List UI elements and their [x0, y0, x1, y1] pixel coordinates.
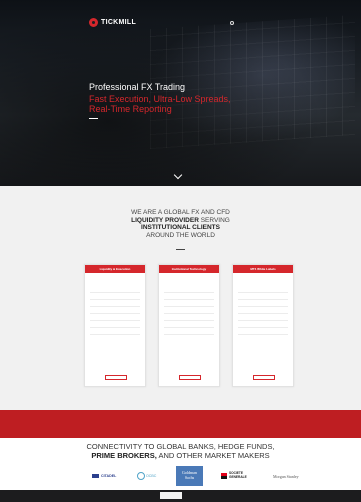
citadel-logo-text: CITADEL — [101, 474, 117, 478]
societe-generale-logo: SOCIETE GENERALE — [221, 465, 247, 487]
list-item — [164, 320, 214, 327]
card-title: MT4 White Labels — [233, 265, 293, 273]
connectivity-section: CONNECTIVITY TO GLOBAL BANKS, HEDGE FUND… — [0, 438, 361, 490]
list-item — [164, 292, 214, 299]
hero-overlay — [0, 0, 361, 186]
hero-section: TICKMILL Professional FX Trading Fast Ex… — [0, 0, 361, 186]
goldman-sachs-box: Goldman Sachs — [176, 466, 203, 486]
card-feature-list — [159, 292, 219, 341]
card-description — [159, 273, 219, 292]
card-feature-list — [85, 292, 145, 341]
services-section: WE ARE A GLOBAL FX AND CFD LIQUIDITY PRO… — [0, 186, 361, 410]
goldman-sachs-logo: Goldman Sachs — [176, 465, 203, 487]
connectivity-line-2-bold: PRIME BROKERS, — [91, 450, 157, 460]
list-item — [238, 292, 288, 299]
list-item — [164, 334, 214, 341]
list-item — [238, 313, 288, 320]
list-item — [164, 327, 214, 334]
morgan-stanley-logo-text: Morgan Stanley — [273, 473, 299, 479]
list-item — [90, 313, 140, 320]
service-card-liquidity: Liquidity & Execution — [84, 264, 146, 387]
footer — [0, 490, 361, 502]
list-item — [90, 320, 140, 327]
ocbc-logo: OCBC — [137, 465, 156, 487]
list-item — [90, 299, 140, 306]
list-item — [90, 306, 140, 313]
hero-title: Professional FX Trading — [89, 82, 186, 92]
connectivity-line-2-rest: AND OTHER MARKET MAKERS — [156, 450, 270, 460]
mission-band — [0, 410, 361, 438]
hero-divider — [89, 118, 98, 119]
tickmill-logo-icon — [89, 18, 98, 27]
intro-divider — [176, 249, 185, 250]
ocbc-logo-text: OCBC — [146, 474, 157, 478]
intro-line-4: AROUND THE WORLD — [146, 231, 215, 239]
card-title: Liquidity & Execution — [85, 265, 145, 273]
card-description — [85, 273, 145, 292]
list-item — [238, 334, 288, 341]
learn-more-button[interactable] — [253, 375, 275, 380]
citadel-mark-icon — [92, 474, 99, 478]
service-card-white-labels: MT4 White Labels — [232, 264, 294, 387]
intro-line-2-rest: SERVING — [198, 216, 230, 224]
morgan-stanley-logo: Morgan Stanley — [273, 465, 299, 487]
connectivity-heading: CONNECTIVITY TO GLOBAL BANKS, HEDGE FUND… — [0, 442, 361, 460]
intro-line-1: WE ARE A GLOBAL FX AND CFD — [131, 209, 230, 216]
list-item — [90, 327, 140, 334]
card-title: Institutional Technology — [159, 265, 219, 273]
sg-line-2: GENERALE — [229, 475, 247, 479]
logo[interactable]: TICKMILL — [89, 18, 136, 27]
gs-line-2: Sachs — [184, 474, 195, 480]
card-description — [233, 273, 293, 292]
list-item — [164, 306, 214, 313]
intro-line-3: INSTITUTIONAL CLIENTS — [141, 224, 220, 231]
footer-badge — [160, 492, 182, 499]
hero-subtitle: Fast Execution, Ultra-Low Spreads, Real-… — [89, 94, 231, 114]
list-item — [164, 313, 214, 320]
logo-text: TICKMILL — [101, 19, 137, 26]
ocbc-ring-icon — [137, 472, 145, 480]
list-item — [238, 320, 288, 327]
list-item — [238, 299, 288, 306]
list-item — [164, 299, 214, 306]
learn-more-button[interactable] — [179, 375, 201, 380]
list-item — [90, 292, 140, 299]
partner-logos: CITADEL OCBC Goldman Sachs SOCIETE GENER… — [0, 465, 361, 487]
learn-more-button[interactable] — [105, 375, 127, 380]
list-item — [238, 306, 288, 313]
sg-square-icon — [221, 473, 227, 479]
search-icon[interactable] — [230, 21, 234, 25]
card-feature-list — [233, 292, 293, 341]
list-item — [90, 334, 140, 341]
intro-heading: WE ARE A GLOBAL FX AND CFD LIQUIDITY PRO… — [0, 209, 361, 239]
service-card-technology: Institutional Technology — [158, 264, 220, 387]
main-nav — [200, 21, 234, 25]
citadel-logo: CITADEL — [92, 465, 116, 487]
list-item — [238, 327, 288, 334]
intro-line-2-bold: LIQUIDITY PROVIDER — [131, 216, 199, 224]
